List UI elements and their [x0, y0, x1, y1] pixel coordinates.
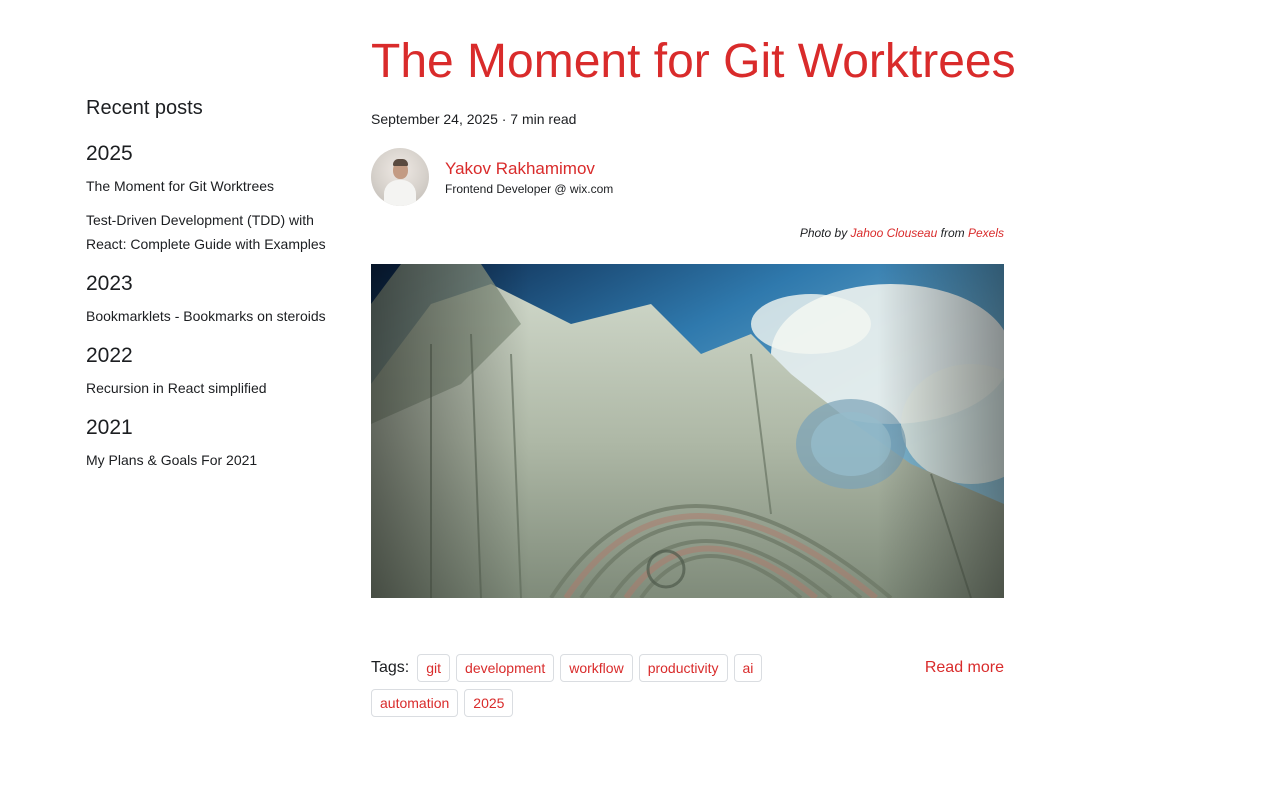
author-block: Yakov Rakhamimov Frontend Developer @ wi… [371, 148, 1004, 206]
tag-git[interactable]: git [417, 654, 451, 682]
tags-label: Tags: [371, 659, 410, 676]
sidebar-post-link[interactable]: My Plans & Goals For 2021 [86, 448, 346, 472]
credit-prefix: Photo by [799, 226, 848, 240]
author-info: Yakov Rakhamimov Frontend Developer @ wi… [445, 158, 613, 197]
photo-credit: Photo by Jahoo Clouseau from Pexels [371, 224, 1004, 242]
year-group-2022: 2022 Recursion in React simplified [86, 342, 346, 400]
post-title[interactable]: The Moment for Git Worktrees [371, 30, 1016, 94]
tag-workflow[interactable]: workflow [560, 654, 633, 682]
sidebar: Recent posts 2025 The Moment for Git Wor… [86, 94, 346, 486]
post-meta: September 24, 2025 · 7 min read [371, 111, 577, 127]
tag-ai[interactable]: ai [733, 654, 763, 682]
read-more-link[interactable]: Read more [925, 654, 1004, 682]
photographer-link[interactable]: Jahoo Clouseau [851, 226, 938, 240]
author-role: Frontend Developer @ wix.com [445, 181, 614, 196]
sidebar-post-link[interactable]: The Moment for Git Worktrees [86, 174, 346, 198]
year-heading: 2025 [86, 142, 133, 165]
tag-development[interactable]: development [456, 654, 555, 682]
sidebar-post-link[interactable]: Test-Driven Development (TDD) with React… [86, 208, 346, 256]
photo-source-link[interactable]: Pexels [968, 226, 1004, 240]
year-heading: 2021 [86, 416, 133, 439]
credit-middle: from [940, 226, 965, 240]
hero-image [371, 264, 1004, 598]
year-heading: 2023 [86, 272, 133, 295]
year-group-2021: 2021 My Plans & Goals For 2021 [86, 414, 346, 472]
tag-2025[interactable]: 2025 [464, 689, 514, 717]
sidebar-title: Recent posts [86, 97, 203, 119]
tags-row: Tags: git development workflow productiv… [371, 654, 1004, 717]
tag-automation[interactable]: automation [371, 689, 459, 717]
sidebar-post-link[interactable]: Recursion in React simplified [86, 376, 346, 400]
tags-list: Tags: git development workflow productiv… [371, 654, 771, 717]
cathedral-photo-illustration [371, 264, 1004, 598]
year-heading: 2022 [86, 344, 133, 367]
author-avatar[interactable] [371, 148, 429, 206]
tag-productivity[interactable]: productivity [638, 654, 728, 682]
year-group-2025: 2025 The Moment for Git Worktrees Test-D… [86, 140, 346, 256]
author-name-link[interactable]: Yakov Rakhamimov [445, 159, 595, 178]
sidebar-post-link[interactable]: Bookmarklets - Bookmarks on steroids [86, 304, 346, 328]
post-article: The Moment for Git Worktrees September 2… [371, 30, 1016, 717]
year-group-2023: 2023 Bookmarklets - Bookmarks on steroid… [86, 270, 346, 328]
